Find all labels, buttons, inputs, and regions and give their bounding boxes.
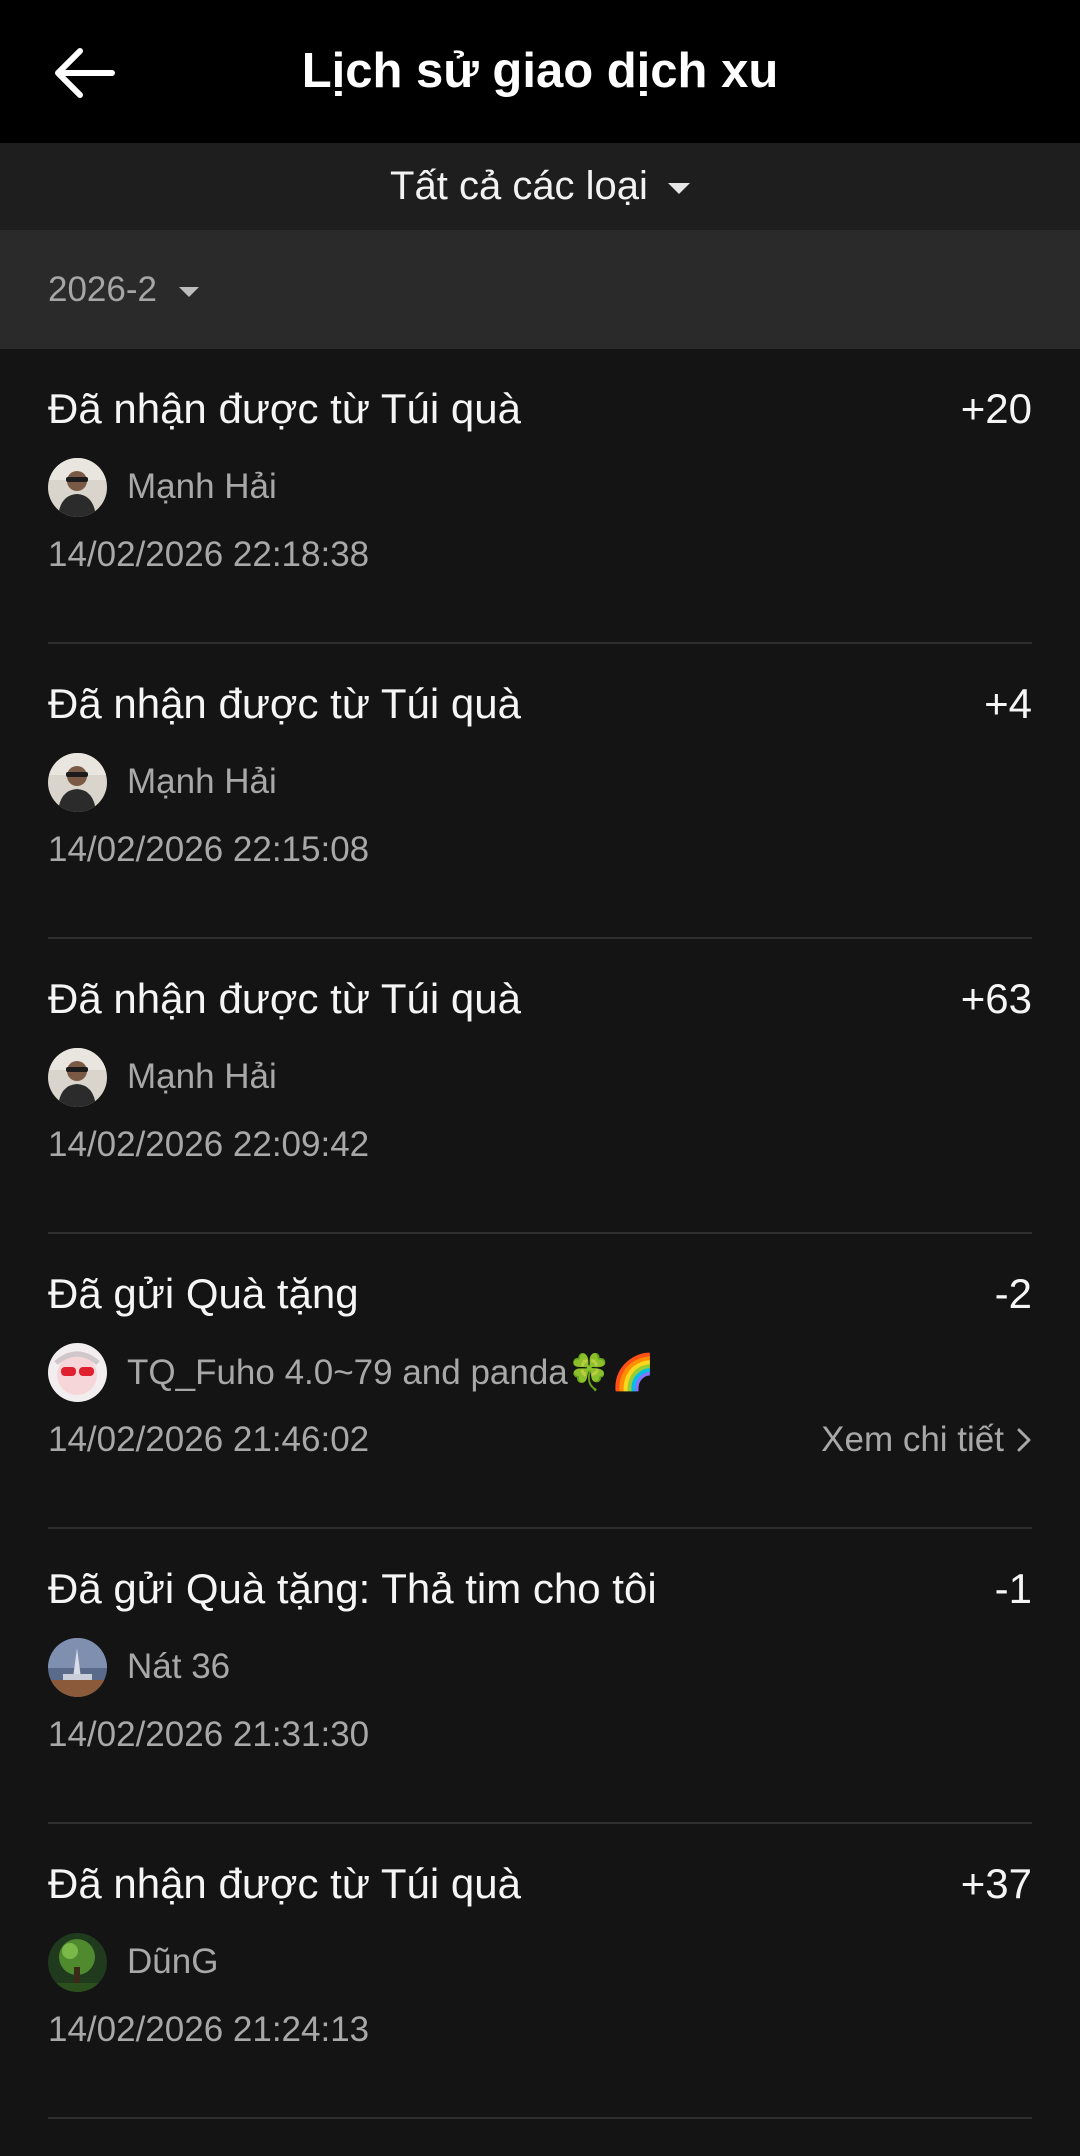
user-name: DũnG <box>127 1942 219 1981</box>
transaction-amount: +4 <box>984 680 1032 727</box>
caret-down-icon <box>178 286 199 297</box>
top-bar: Lịch sử giao dịch xu <box>0 0 1080 143</box>
transaction-time: 14/02/2026 21:24:13 <box>48 2010 370 2049</box>
transaction-row[interactable]: Đã gửi Quà tặng: Thả tim cho tôi -1 Nát … <box>0 1529 1080 1824</box>
user-name: Mạnh Hải <box>127 762 277 801</box>
transaction-amount: +63 <box>960 975 1032 1022</box>
transaction-user[interactable]: Mạnh Hải <box>48 456 277 518</box>
transaction-row[interactable]: Đã nhận được từ Túi quà +4 Mạnh Hải 14/0… <box>0 644 1080 939</box>
transaction-user[interactable]: DũnG <box>48 1931 218 1993</box>
transaction-time: 14/02/2026 21:46:02 <box>48 1420 370 1459</box>
view-details-label: Xem chi tiết <box>821 1420 1004 1459</box>
transaction-time: 14/02/2026 22:18:38 <box>48 535 370 574</box>
month-label: 2026-2 <box>48 269 157 309</box>
avatar <box>48 1047 107 1107</box>
page-title: Lịch sử giao dịch xu <box>301 44 779 98</box>
type-filter-label: Tất cả các loại <box>390 164 648 208</box>
divider <box>48 2117 1032 2119</box>
transaction-user[interactable]: TQ_Fuho 4.0~79 and panda🍀🌈 <box>48 1341 655 1403</box>
arrow-left-icon <box>55 48 115 98</box>
chevron-right-icon <box>1017 1428 1031 1452</box>
user-name: TQ_Fuho 4.0~79 and panda🍀🌈 <box>127 1352 655 1392</box>
transaction-row[interactable]: Đã nhận được từ Túi quà +20 Mạnh Hải 14/… <box>0 349 1080 644</box>
avatar <box>48 1637 107 1697</box>
avatar <box>48 457 107 517</box>
transaction-title: Đã nhận được từ Túi quà <box>48 975 521 1022</box>
caret-down-icon <box>667 183 690 194</box>
transaction-row[interactable]: Đã gửi Quà tặng -2 TQ_Fuho 4.0~79 and pa… <box>0 1234 1080 1529</box>
view-details-link[interactable]: Xem chi tiết <box>821 1420 1032 1460</box>
back-button[interactable] <box>40 30 126 116</box>
transaction-user[interactable]: Mạnh Hải <box>48 1046 277 1108</box>
transaction-time: 14/02/2026 22:15:08 <box>48 830 370 869</box>
transaction-row[interactable]: Đã nhận được từ Túi quà +37 DũnG 14/02/2… <box>0 1824 1080 2119</box>
user-name: Mạnh Hải <box>127 1057 277 1096</box>
transaction-title: Đã gửi Quà tặng <box>48 1270 359 1317</box>
transaction-amount: +37 <box>960 1860 1032 1907</box>
transaction-user[interactable]: Nát 36 <box>48 1636 230 1698</box>
transaction-amount: -2 <box>994 1270 1032 1317</box>
transaction-time: 14/02/2026 22:09:42 <box>48 1125 370 1164</box>
user-name: Mạnh Hải <box>127 467 277 506</box>
transaction-user[interactable]: Mạnh Hải <box>48 751 277 813</box>
transaction-amount: -1 <box>994 1565 1032 1612</box>
transaction-title: Đã nhận được từ Túi quà <box>48 1860 521 1907</box>
avatar <box>48 1342 107 1402</box>
transaction-list: Đã nhận được từ Túi quà +20 Mạnh Hải 14/… <box>0 349 1080 2119</box>
transaction-title: Đã nhận được từ Túi quà <box>48 680 521 727</box>
user-name: Nát 36 <box>127 1647 231 1686</box>
transaction-amount: +20 <box>960 385 1032 432</box>
avatar <box>48 752 107 812</box>
avatar <box>48 1932 107 1992</box>
month-section-header: 2026-2 <box>0 230 1080 349</box>
transaction-time: 14/02/2026 21:31:30 <box>48 1715 370 1754</box>
transaction-title: Đã gửi Quà tặng: Thả tim cho tôi <box>48 1565 657 1612</box>
transaction-row[interactable]: Đã nhận được từ Túi quà +63 Mạnh Hải 14/… <box>0 939 1080 1234</box>
month-selector[interactable]: 2026-2 <box>48 230 199 349</box>
type-filter-dropdown[interactable]: Tất cả các loại <box>0 143 1080 230</box>
transaction-title: Đã nhận được từ Túi quà <box>48 385 521 432</box>
